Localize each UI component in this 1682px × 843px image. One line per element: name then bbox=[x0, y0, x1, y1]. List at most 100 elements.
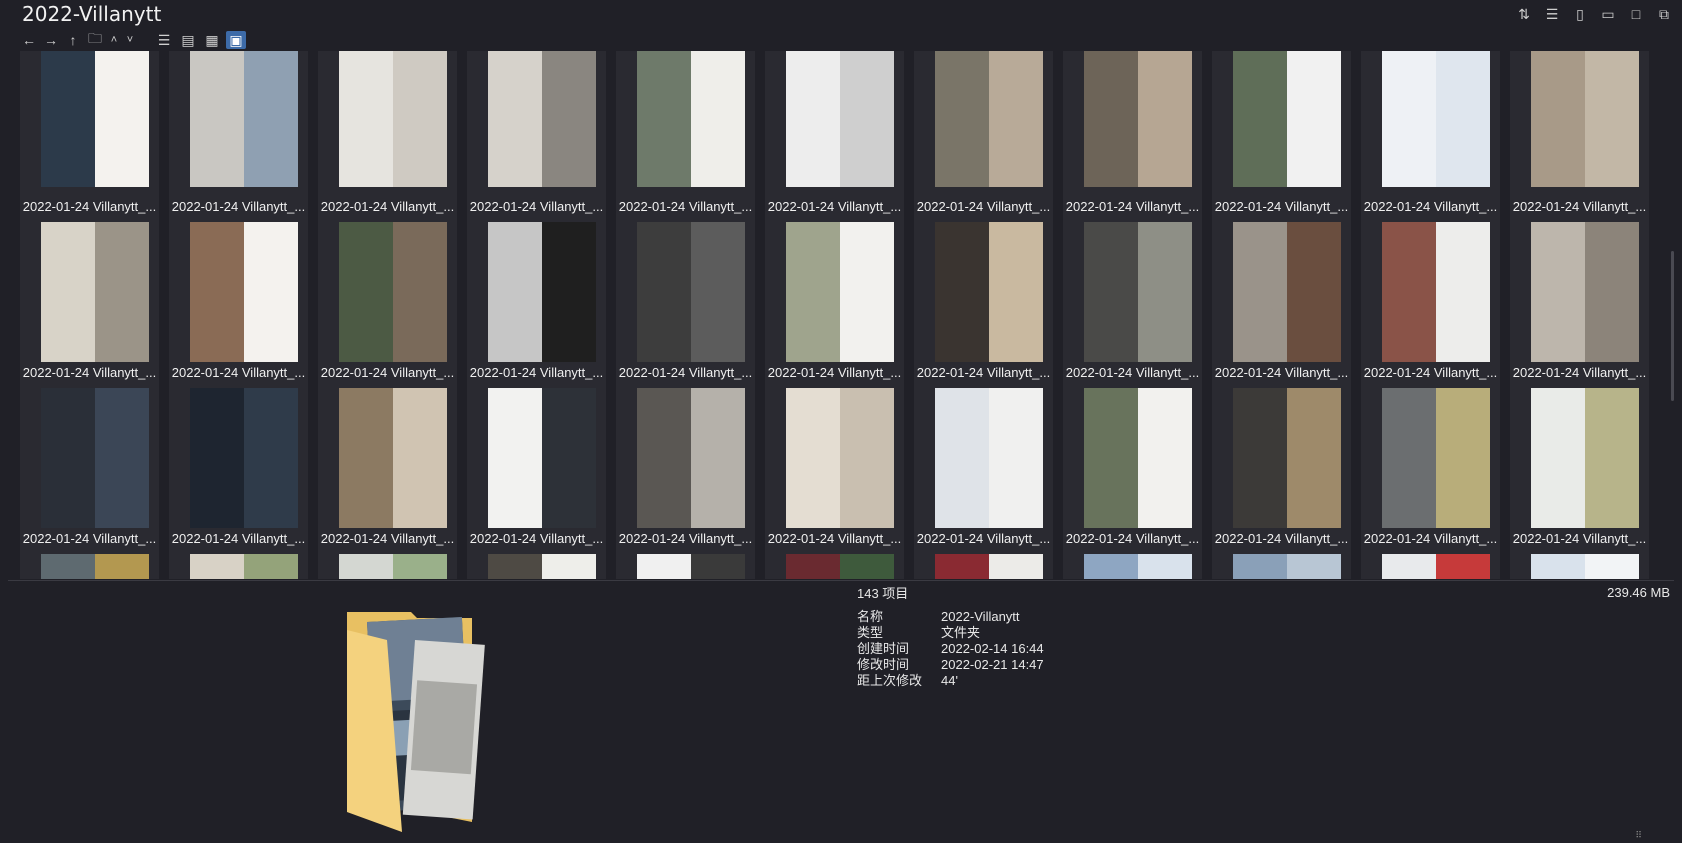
details-pane-icon[interactable]: ☰ bbox=[1542, 4, 1562, 24]
thumbnail-item[interactable] bbox=[914, 549, 1053, 579]
thumbnail-item[interactable]: 2022-01-24 Villanytt_... bbox=[1361, 51, 1500, 217]
thumbnail-item[interactable]: 2022-01-24 Villanytt_... bbox=[914, 217, 1053, 383]
thumbnail-item[interactable] bbox=[616, 549, 755, 579]
thumbnail-item[interactable]: 2022-01-24 Villanytt_... bbox=[616, 217, 755, 383]
thumbnail-item[interactable]: 2022-01-24 Villanytt_... bbox=[467, 217, 606, 383]
thumbnail-item[interactable] bbox=[169, 549, 308, 579]
thumbnail-image bbox=[1233, 51, 1341, 187]
thumbnail-item[interactable]: 2022-01-24 Villanytt_... bbox=[467, 51, 606, 217]
thumbnail-row: 2022-01-24 Villanytt_... 2022-01-24 Villa… bbox=[20, 51, 1660, 217]
thumbnail-item[interactable]: 2022-01-24 Villanytt_... bbox=[1063, 217, 1202, 383]
thumbnail-item[interactable]: 2022-01-24 Villanytt_... bbox=[914, 383, 1053, 549]
thumbnail-item[interactable] bbox=[20, 549, 159, 579]
thumbnail-image bbox=[1382, 388, 1490, 528]
thumbnail-item[interactable] bbox=[467, 549, 606, 579]
thumbnail-item[interactable]: 2022-01-24 Villanytt_... bbox=[765, 51, 904, 217]
thumbnail-item[interactable]: 2022-01-24 Villanytt_... bbox=[616, 383, 755, 549]
thumbnail-image bbox=[637, 388, 745, 528]
property-value: 2022-02-14 16:44 bbox=[941, 641, 1044, 656]
thumbnail-image bbox=[1382, 51, 1490, 187]
page-icon[interactable]: ▭ bbox=[1598, 4, 1618, 24]
thumbnail-item[interactable]: 2022-01-24 Villanytt_... bbox=[914, 51, 1053, 217]
thumbnail-image bbox=[339, 388, 447, 528]
thumbnail-item[interactable]: 2022-01-24 Villanytt_... bbox=[20, 383, 159, 549]
list-view-icon[interactable]: ☰ bbox=[154, 31, 174, 49]
thumbnail-image bbox=[41, 51, 149, 187]
thumbnail-item[interactable]: 2022-01-24 Villanytt_... bbox=[169, 383, 308, 549]
chevron-down-icon[interactable]: ˅ bbox=[124, 31, 136, 49]
thumbnail-caption: 2022-01-24 Villanytt_... bbox=[320, 365, 455, 380]
pane-divider[interactable] bbox=[8, 580, 1674, 581]
thumbnail-item[interactable]: 2022-01-24 Villanytt_... bbox=[1510, 217, 1649, 383]
new-folder-icon[interactable]: 🗀 bbox=[86, 30, 104, 49]
thumbnail-caption: 2022-01-24 Villanytt_... bbox=[320, 531, 455, 546]
thumbnail-item[interactable]: 2022-01-24 Villanytt_... bbox=[1510, 51, 1649, 217]
thumbnail-image bbox=[1084, 388, 1192, 528]
thumbnail-caption: 2022-01-24 Villanytt_... bbox=[1363, 365, 1498, 380]
thumbnail-item[interactable] bbox=[765, 549, 904, 579]
resize-grip-icon[interactable]: ⠿ bbox=[1635, 830, 1642, 841]
thumbnail-item[interactable]: 2022-01-24 Villanytt_... bbox=[765, 217, 904, 383]
thumbnail-item[interactable]: 2022-01-24 Villanytt_... bbox=[1510, 383, 1649, 549]
thumbnail-image bbox=[1084, 554, 1192, 579]
scrollbar-thumb[interactable] bbox=[1671, 251, 1674, 401]
total-size: 239.46 MB bbox=[1607, 585, 1670, 600]
property-key: 名称 bbox=[857, 609, 884, 624]
thumbnail-item[interactable]: 2022-01-24 Villanytt_... bbox=[20, 51, 159, 217]
thumbnail-item[interactable]: 2022-01-24 Villanytt_... bbox=[318, 383, 457, 549]
thumbnail-item[interactable] bbox=[1063, 549, 1202, 579]
thumbnail-caption: 2022-01-24 Villanytt_... bbox=[916, 365, 1051, 380]
thumbnails-view-icon[interactable]: ▣ bbox=[226, 31, 246, 49]
thumbnail-item[interactable] bbox=[318, 549, 457, 579]
thumbnail-image bbox=[488, 222, 596, 362]
sort-icon[interactable]: ⇅ bbox=[1514, 4, 1534, 24]
thumbnail-item[interactable]: 2022-01-24 Villanytt_... bbox=[1212, 383, 1351, 549]
thumbnail-image bbox=[190, 388, 298, 528]
property-row: 距上次修改 44' bbox=[857, 673, 1044, 689]
thumbnail-item[interactable]: 2022-01-24 Villanytt_... bbox=[169, 51, 308, 217]
thumbnail-image bbox=[935, 388, 1043, 528]
tiles-view-icon[interactable]: ▦ bbox=[202, 31, 222, 49]
thumbnail-item[interactable]: 2022-01-24 Villanytt_... bbox=[318, 217, 457, 383]
thumbnail-item[interactable]: 2022-01-24 Villanytt_... bbox=[1063, 51, 1202, 217]
thumbnail-item[interactable] bbox=[1510, 549, 1649, 579]
up-arrow-icon[interactable]: ↑ bbox=[64, 31, 82, 49]
thumbnail-caption: 2022-01-24 Villanytt_... bbox=[1065, 365, 1200, 380]
thumbnail-image bbox=[41, 222, 149, 362]
back-arrow-icon[interactable]: ← bbox=[20, 31, 38, 49]
thumbnail-item[interactable]: 2022-01-24 Villanytt_... bbox=[318, 51, 457, 217]
thumbnail-item[interactable]: 2022-01-24 Villanytt_... bbox=[1361, 217, 1500, 383]
thumbnail-item[interactable]: 2022-01-24 Villanytt_... bbox=[1212, 51, 1351, 217]
thumbnail-item[interactable]: 2022-01-24 Villanytt_... bbox=[20, 217, 159, 383]
thumbnail-image bbox=[41, 388, 149, 528]
thumbnail-image bbox=[935, 222, 1043, 362]
thumbnail-caption: 2022-01-24 Villanytt_... bbox=[469, 199, 604, 214]
thumbnail-caption: 2022-01-24 Villanytt_... bbox=[916, 531, 1051, 546]
thumbnail-item[interactable] bbox=[1212, 549, 1351, 579]
thumbnail-item[interactable]: 2022-01-24 Villanytt_... bbox=[1361, 383, 1500, 549]
thumbnail-caption: 2022-01-24 Villanytt_... bbox=[1214, 199, 1349, 214]
thumbnail-item[interactable]: 2022-01-24 Villanytt_... bbox=[1063, 383, 1202, 549]
document-icon[interactable]: ▯ bbox=[1570, 4, 1590, 24]
share-icon[interactable]: ⧉ bbox=[1654, 4, 1674, 24]
property-value: 44' bbox=[941, 673, 958, 688]
thumbnail-image bbox=[637, 222, 745, 362]
forward-arrow-icon[interactable]: → bbox=[42, 31, 60, 49]
thumbnail-item[interactable]: 2022-01-24 Villanytt_... bbox=[467, 383, 606, 549]
thumbnail-image bbox=[1531, 388, 1639, 528]
vertical-scrollbar[interactable] bbox=[1670, 51, 1676, 579]
thumbnail-item[interactable]: 2022-01-24 Villanytt_... bbox=[765, 383, 904, 549]
thumbnail-item[interactable] bbox=[1361, 549, 1500, 579]
chevron-up-icon[interactable]: ˄ bbox=[108, 31, 120, 49]
thumbnail-item[interactable]: 2022-01-24 Villanytt_... bbox=[616, 51, 755, 217]
thumbnail-image bbox=[786, 51, 894, 187]
details-view-icon[interactable]: ▤ bbox=[178, 31, 198, 49]
thumbnail-caption: 2022-01-24 Villanytt_... bbox=[618, 199, 753, 214]
thumbnail-caption: 2022-01-24 Villanytt_... bbox=[469, 365, 604, 380]
thumbnail-item[interactable]: 2022-01-24 Villanytt_... bbox=[169, 217, 308, 383]
thumbnail-item[interactable]: 2022-01-24 Villanytt_... bbox=[1212, 217, 1351, 383]
folder-preview bbox=[347, 612, 509, 832]
window-icon[interactable]: □ bbox=[1626, 4, 1646, 24]
thumbnail-image bbox=[935, 554, 1043, 579]
property-row: 修改时间 2022-02-21 14:47 bbox=[857, 657, 1044, 673]
